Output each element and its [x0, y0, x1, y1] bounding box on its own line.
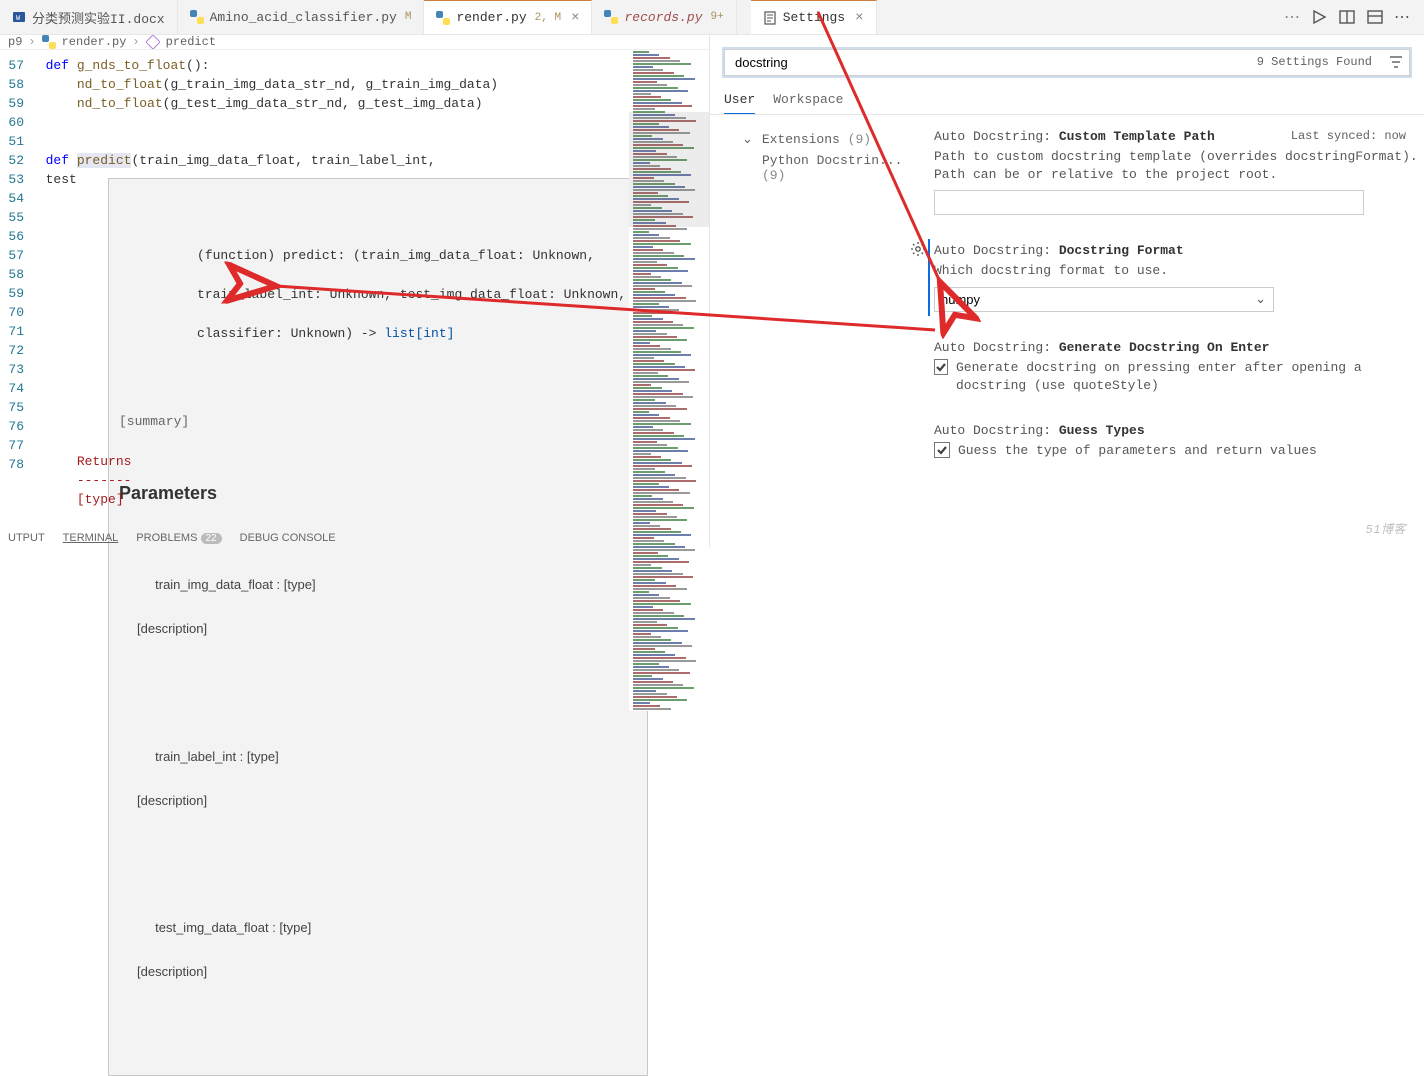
- custom-template-path-input[interactable]: [934, 190, 1364, 215]
- docstring-format-select[interactable]: numpy: [934, 287, 1274, 312]
- tab-label: render.py: [456, 10, 526, 25]
- hover-params-heading: Parameters: [119, 480, 637, 507]
- watermark: 51博客: [1366, 520, 1406, 537]
- tab-records[interactable]: records.py 9+: [592, 0, 736, 34]
- panel-debug-tab[interactable]: DEBUG CONSOLE: [240, 532, 336, 544]
- settings-toc: ⌄ Extensions (9) Python Docstrin... (9): [724, 129, 924, 515]
- toc-python-docstring[interactable]: Python Docstrin... (9): [724, 150, 924, 186]
- breadcrumb-item[interactable]: p9: [8, 35, 22, 49]
- hover-param: train_label_int : [type] [description]: [119, 724, 637, 857]
- breadcrumb-sep: ›: [28, 35, 35, 49]
- more-icon[interactable]: ⋯: [1284, 7, 1300, 27]
- toc-extensions[interactable]: ⌄ Extensions (9): [724, 129, 924, 150]
- tab-label: records.py: [624, 10, 702, 25]
- panel-problems-tab[interactable]: PROBLEMS 22: [136, 532, 221, 544]
- panel-tab-bar: UTPUT TERMINAL PROBLEMS 22 DEBUG CONSOLE: [0, 529, 344, 547]
- results-count-badge: 9 Settings Found: [1251, 53, 1378, 71]
- word-icon: W: [12, 10, 26, 24]
- modified-badge: 9+: [711, 11, 724, 23]
- modified-badge: M: [405, 11, 412, 23]
- editor-tab-bar: W 分类预测实验II.docx Amino_acid_classifier.py…: [0, 0, 1424, 35]
- minimap-viewport[interactable]: [629, 112, 709, 227]
- setting-custom-template-path: Auto Docstring: Custom Template Path Pat…: [934, 129, 1420, 215]
- main-split: p9 › render.py › predict 575859605152 53…: [0, 35, 1424, 547]
- hover-signature: (function) predict: (train_img_data_floa…: [119, 226, 637, 363]
- python-icon: [42, 35, 56, 49]
- tab-label: Amino_acid_classifier.py: [210, 10, 397, 25]
- hover-docstring-tooltip: (function) predict: (train_img_data_floa…: [108, 178, 648, 1076]
- settings-search: 9 Settings Found: [724, 49, 1410, 76]
- run-icon[interactable]: [1310, 8, 1328, 26]
- code-area[interactable]: def g_nds_to_float(): nd_to_float(g_trai…: [30, 50, 629, 711]
- editor-actions: ⋯ ⋯: [1270, 0, 1424, 34]
- python-icon: [604, 10, 618, 24]
- close-icon[interactable]: ×: [855, 10, 863, 26]
- breadcrumb-item[interactable]: predict: [166, 35, 216, 49]
- setting-generate-on-enter: Auto Docstring: Generate Docstring On En…: [934, 340, 1420, 395]
- breadcrumb-sep: ›: [132, 35, 139, 49]
- split-icon[interactable]: [1338, 8, 1356, 26]
- setting-guess-types: Auto Docstring: Guess Types Guess the ty…: [934, 423, 1420, 460]
- scope-workspace-tab[interactable]: Workspace: [773, 88, 843, 114]
- tab-amino[interactable]: Amino_acid_classifier.py M: [178, 0, 425, 34]
- checkbox[interactable]: [934, 442, 950, 458]
- settings-list: Auto Docstring: Custom Template Path Pat…: [934, 129, 1420, 515]
- tab-label: 分类预测实验II.docx: [32, 8, 165, 27]
- layout-icon[interactable]: [1366, 8, 1384, 26]
- code-returns-block: Returns ------- [type]: [30, 452, 131, 509]
- filter-icon[interactable]: [1388, 54, 1404, 74]
- hover-param: train_img_data_float : [type] [descripti…: [119, 552, 637, 685]
- tab-settings[interactable]: Settings ×: [751, 0, 877, 34]
- more-icon[interactable]: ⋯: [1394, 7, 1410, 27]
- breadcrumb[interactable]: p9 › render.py › predict: [0, 35, 709, 50]
- minimap[interactable]: /*filled below*/: [629, 50, 709, 711]
- breadcrumb-item[interactable]: render.py: [62, 35, 127, 49]
- panel-terminal-tab[interactable]: TERMINAL: [63, 532, 119, 544]
- settings-file-icon: [763, 11, 777, 25]
- settings-editor: 9 Settings Found User Workspace Last syn…: [710, 35, 1424, 547]
- line-number-gutter: 575859605152 535455565758 597071727374 7…: [0, 50, 30, 711]
- hover-param: test_img_data_float : [type] [descriptio…: [119, 895, 637, 1028]
- modified-indicator: [928, 239, 930, 315]
- symbol-method-icon: [146, 35, 160, 49]
- settings-body: ⌄ Extensions (9) Python Docstrin... (9) …: [710, 115, 1424, 515]
- tab-render[interactable]: render.py 2, M ×: [424, 0, 592, 34]
- modified-badge: 2, M: [535, 12, 561, 24]
- hover-summary: [summary]: [119, 412, 637, 432]
- panel-output-tab[interactable]: UTPUT: [8, 532, 45, 544]
- close-icon[interactable]: ×: [571, 10, 579, 26]
- code-editor[interactable]: p9 › render.py › predict 575859605152 53…: [0, 35, 710, 547]
- tab-label: Settings: [783, 10, 845, 25]
- setting-docstring-format: Auto Docstring: Docstring Format Which d…: [934, 243, 1420, 311]
- checkbox[interactable]: [934, 359, 948, 375]
- scope-user-tab[interactable]: User: [724, 88, 755, 114]
- settings-scope-tabs: User Workspace: [710, 84, 1424, 115]
- chevron-down-icon: ⌄: [742, 132, 754, 147]
- tab-docx[interactable]: W 分类预测实验II.docx: [0, 0, 178, 34]
- python-icon: [436, 11, 450, 25]
- python-icon: [190, 10, 204, 24]
- gear-icon[interactable]: [910, 241, 926, 261]
